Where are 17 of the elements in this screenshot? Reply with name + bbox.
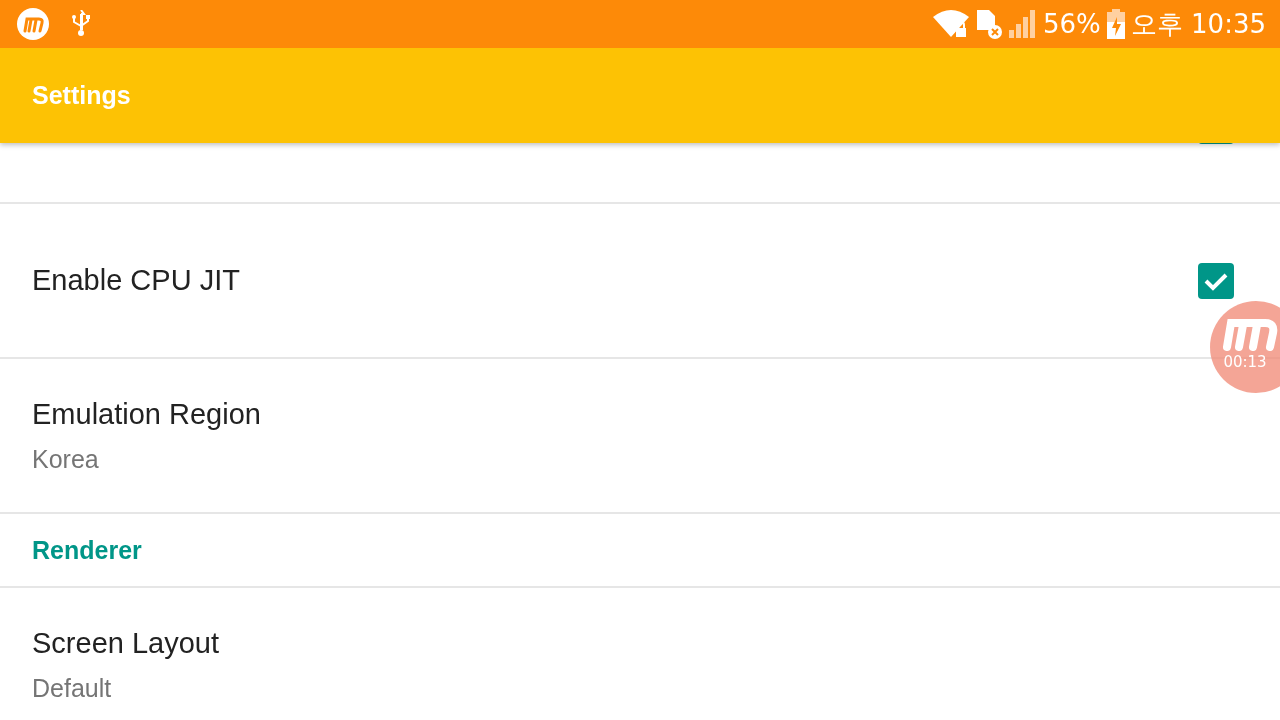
wifi-lock-icon [933,9,969,39]
category-header: Renderer [32,535,142,565]
clock: 오후 10:35 [1130,7,1266,41]
preference-summary: Korea [32,444,100,474]
checkbox[interactable] [1198,262,1234,299]
battery-charging-icon [1106,9,1125,39]
preference-title[interactable]: Enable CPU JIT [32,264,1198,297]
logo-icon [1221,317,1280,351]
preference-title[interactable]: Emulation Region [32,397,1234,431]
signal-icon [1009,10,1037,38]
preference-title[interactable]: Screen Layout [32,626,1234,660]
usb-icon [70,10,92,38]
preference-summary: Default [32,673,113,703]
sim-card-icon [975,8,1003,40]
recorder-app-icon [16,7,50,41]
battery-percent: 56% [1043,9,1101,39]
app-bar-title: Settings [32,81,131,110]
